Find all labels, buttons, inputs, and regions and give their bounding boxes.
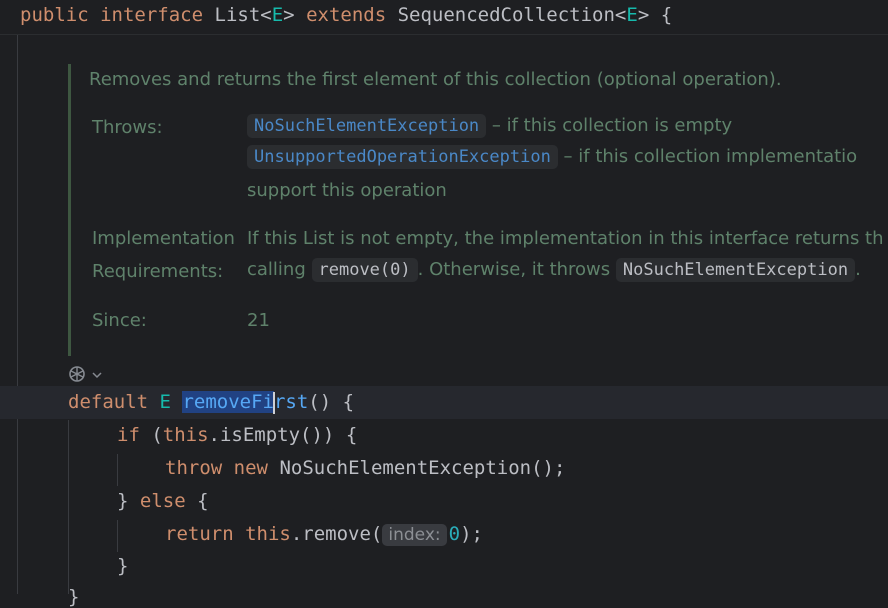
code-line-else[interactable]: } else { [117,490,209,512]
doc-comment-bar [68,64,71,356]
indent-guide [117,520,118,552]
code-line-return[interactable]: return this.remove(index: 0); [165,523,483,546]
keyword-public: public [20,4,89,26]
method-params: () { [308,391,355,413]
doc-summary: Removes and returns the first element of… [89,69,782,90]
keyword-interface: interface [100,4,204,26]
code-chip-remove: remove(0) [311,258,418,282]
keyword-new: new [233,457,268,479]
gutter-actions[interactable] [67,364,103,384]
indent-guide-outer [17,35,18,594]
throws-item-2: UnsupportedOperationException – if this … [247,145,857,169]
keyword-if: if [117,424,140,446]
code-chip-exception: NoSuchElementException [615,258,856,282]
keyword-throw: throw [165,457,223,479]
throws-text: – if this collection is empty [486,115,733,136]
keyword-extends: extends [306,4,387,26]
impl-label-1: Implementation [92,228,235,249]
code-line-throw[interactable]: throw new NoSuchElementException(); [165,457,565,479]
keyword-this: this [162,424,209,446]
impl-text-c: . [855,259,861,280]
type-close: > [283,4,295,26]
parameter-hint: index: [382,524,447,546]
code-line-close-else[interactable]: } [117,555,128,577]
throws-item-1: NoSuchElementException – if this collect… [247,114,732,138]
super-close: > { [637,4,673,26]
code-line-close-method[interactable]: } [68,586,79,608]
keyword-default: default [68,391,149,413]
return-type: E [159,391,171,413]
keyword-this: this [245,523,291,545]
sticky-header[interactable]: public interface List<E> extends Sequenc… [0,0,888,35]
exception-link[interactable]: NoSuchElementException [247,114,487,138]
brace-close: } [117,490,140,512]
paren-open: ( [139,424,163,446]
interface-declaration[interactable]: public interface List<E> extends Sequenc… [20,4,672,26]
brace-open: { [185,490,209,512]
code-line-if[interactable]: if (this.isEmpty()) { [117,424,357,446]
remove-call: .remove( [290,523,383,545]
super-name: SequencedCollection< [397,4,627,26]
type-param: E [271,4,284,26]
type-name: List< [214,4,272,26]
override-method-icon[interactable] [67,364,87,384]
indent-guide [117,454,118,486]
number-literal: 0 [448,523,461,545]
exception-ctor: NoSuchElementException(); [279,457,566,479]
impl-text-b: . Otherwise, it throws [417,259,616,280]
method-name-rest[interactable]: rst [274,391,308,413]
keyword-else: else [139,490,186,512]
impl-line-1: If this List is not empty, the implement… [247,228,884,249]
impl-label-2: Requirements: [92,261,224,282]
keyword-return: return [165,523,234,545]
throws-continuation: support this operation [247,180,447,201]
impl-line-2: calling remove(0). Otherwise, it throws … [247,258,861,282]
super-param: E [626,4,638,26]
is-empty-call: .isEmpty()) { [208,424,358,446]
chevron-down-icon[interactable] [91,369,103,381]
exception-link[interactable]: UnsupportedOperationException [247,145,558,169]
since-value: 21 [247,310,270,331]
impl-text-a: calling [247,259,312,280]
throws-label: Throws: [92,117,163,138]
call-end: ); [460,523,483,545]
code-line-method-decl[interactable]: default E removeFirst() { [68,391,354,414]
throws-text: – if this collection implementatio [557,146,858,167]
indent-guide [68,420,69,594]
since-label: Since: [92,310,147,331]
method-name-selected[interactable]: removeFi [182,391,274,413]
